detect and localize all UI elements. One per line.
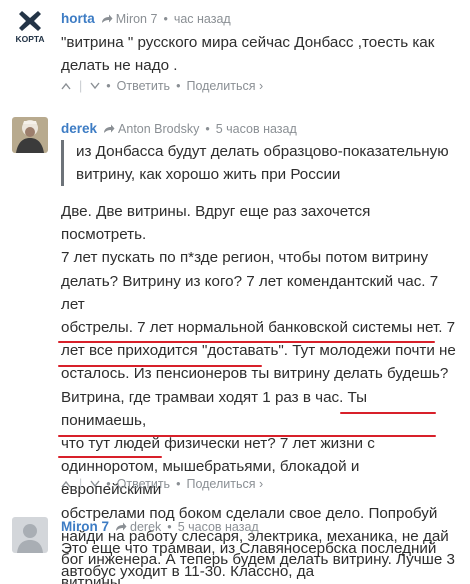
timestamp[interactable]: 5 часов назад <box>178 520 259 534</box>
comment-body: Это еще что трамваи, из Славяносербска п… <box>61 537 456 583</box>
upvote-icon[interactable] <box>61 82 71 90</box>
author-name[interactable]: derek <box>61 121 97 136</box>
quote-line: из Донбасса будут делать образцово-показ… <box>76 143 449 160</box>
svg-text:KOPTA: KOPTA <box>15 34 44 44</box>
comment-line: делать? Витрину из кого? 7 лет комендант… <box>61 272 439 313</box>
korta-logo-icon: KOPTA <box>15 11 45 44</box>
upvote-icon[interactable] <box>61 480 71 488</box>
red-underline <box>58 456 162 458</box>
share-button[interactable]: Поделиться › <box>186 79 263 93</box>
comment-actions: | • Ответить • Поделиться › <box>61 477 263 491</box>
reply-arrow-icon <box>116 522 127 531</box>
reply-to-name[interactable]: derek <box>130 520 161 534</box>
downvote-icon[interactable] <box>90 82 100 90</box>
comment-line: Две. Две витрины. Вдруг еще раз захочетс… <box>61 203 371 244</box>
user-photo-icon <box>12 117 48 153</box>
reply-button[interactable]: Ответить <box>117 477 170 491</box>
comment-line: обстрелы. 7 лет нормальной банковской си… <box>61 319 456 337</box>
comment-header: Miron 7 derek • 5 часов назад <box>61 519 259 534</box>
reply-to-name[interactable]: Anton Brodsky <box>118 122 199 136</box>
separator-dot: • <box>167 519 172 534</box>
comment-line: автобус уходит в 11-30. Классно, да <box>61 563 315 581</box>
downvote-icon[interactable] <box>90 480 100 488</box>
comment-line: делать не надо . <box>61 57 178 75</box>
separator-dot: • <box>176 79 181 93</box>
timestamp[interactable]: 5 часов назад <box>216 122 297 136</box>
separator-dot: • <box>106 477 111 491</box>
comment-body: "витрина " русского мира сейчас Донбасс … <box>61 31 456 77</box>
avatar-horta[interactable]: KOPTA <box>12 8 48 44</box>
comment-header: horta Miron 7 • час назад <box>61 11 231 26</box>
default-avatar-icon <box>12 517 48 553</box>
reply-arrow-icon <box>104 124 115 133</box>
red-underline <box>58 365 262 367</box>
separator-dot: • <box>163 11 168 26</box>
author-name[interactable]: horta <box>61 11 95 26</box>
reply-to-name[interactable]: Miron 7 <box>116 12 158 26</box>
timestamp[interactable]: час назад <box>174 12 231 26</box>
reply-button[interactable]: Ответить <box>117 79 170 93</box>
comment-line: Витрина, где трамваи ходят 1 раз в час. … <box>61 388 368 429</box>
avatar-derek[interactable] <box>12 117 48 153</box>
red-underline <box>58 435 436 437</box>
comment-line: 7 лет пускать по п*зде регион, чтобы пот… <box>61 249 429 267</box>
separator-dot: • <box>176 477 181 491</box>
author-name[interactable]: Miron 7 <box>61 519 109 534</box>
divider: | <box>79 79 83 93</box>
divider: | <box>79 477 83 491</box>
comment-line: "витрина " русского мира сейчас Донбасс … <box>61 34 435 51</box>
quoted-text: из Донбасса будут делать образцово-показ… <box>61 140 456 187</box>
red-underline <box>58 341 435 343</box>
avatar-miron-7[interactable] <box>12 517 48 553</box>
reply-arrow-icon <box>101 14 113 23</box>
comment-line: Это еще что трамваи, из Славяносербска п… <box>61 540 437 557</box>
separator-dot: • <box>205 121 210 136</box>
comment-header: derek Anton Brodsky • 5 часов назад <box>61 121 297 136</box>
red-underline <box>340 412 436 414</box>
quote-line: витрину, как хорошо жить при России <box>76 166 341 184</box>
comment-actions: | • Ответить • Поделиться › <box>61 79 263 93</box>
share-button[interactable]: Поделиться › <box>186 477 263 491</box>
separator-dot: • <box>106 79 111 93</box>
